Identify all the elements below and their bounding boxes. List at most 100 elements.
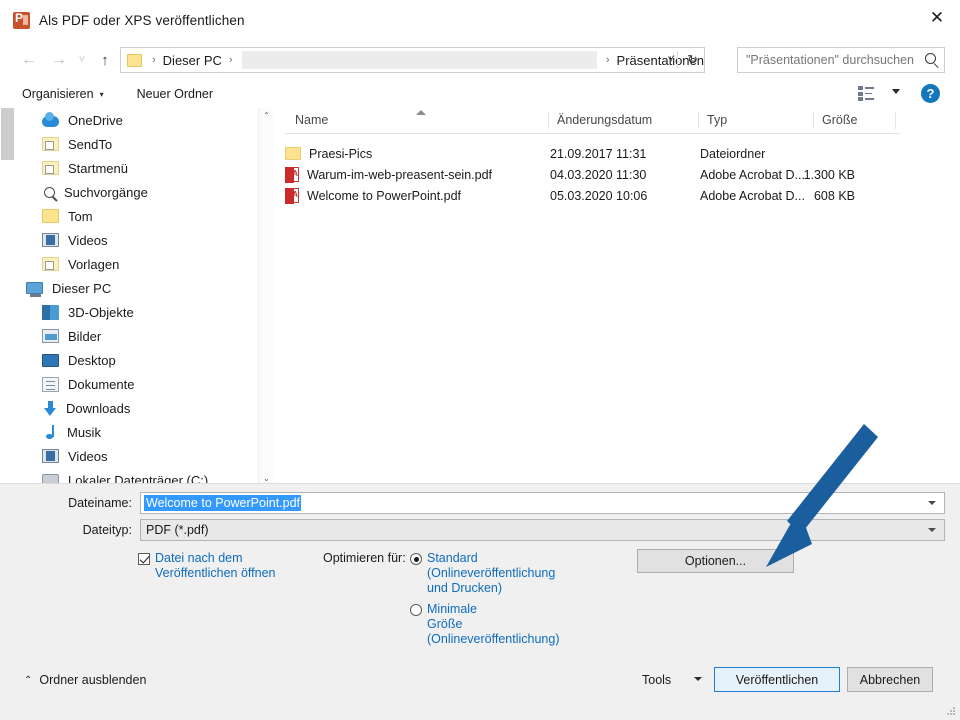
column-header-name[interactable]: Name bbox=[295, 113, 328, 127]
sidebar-item-musik[interactable]: Musik bbox=[18, 420, 254, 444]
column-header-size[interactable]: Größe bbox=[822, 113, 857, 127]
breadcrumb-separator: › bbox=[605, 54, 610, 66]
title-bar: Als PDF oder XPS veröffentlichen ✕ bbox=[0, 0, 960, 40]
column-headers: Name Änderungsdatum Typ Größe bbox=[285, 108, 900, 134]
file-list: Name Änderungsdatum Typ Größe Praesi-Pic… bbox=[285, 108, 945, 486]
sidebar-item-label: Tom bbox=[68, 208, 93, 224]
radio-standard-label: Standard (Onlineveröffentlichung und Dru… bbox=[427, 551, 556, 595]
filename-input[interactable]: Welcome to PowerPoint.pdf bbox=[140, 492, 945, 514]
cancel-button[interactable]: Abbrechen bbox=[847, 667, 933, 692]
sidebar-item-videos[interactable]: Videos bbox=[18, 444, 254, 468]
chevron-down-icon bbox=[694, 677, 702, 681]
up-one-level-icon[interactable]: ↑ bbox=[90, 45, 120, 75]
chevron-down-icon[interactable]: ˅ bbox=[668, 48, 674, 72]
sidebar-item-vorlagen[interactable]: Vorlagen bbox=[18, 252, 254, 276]
window-title: Als PDF oder XPS veröffentlichen bbox=[39, 12, 245, 28]
filetype-value: PDF (*.pdf) bbox=[146, 523, 209, 537]
chevron-down-icon: ▾ bbox=[99, 89, 104, 99]
hide-folders-button[interactable]: ⌃ Ordner ausblenden bbox=[24, 673, 146, 687]
tools-label: Tools bbox=[642, 672, 672, 687]
column-header-type[interactable]: Typ bbox=[707, 113, 727, 127]
folder-icon bbox=[127, 53, 142, 67]
new-folder-button[interactable]: Neuer Ordner bbox=[137, 87, 213, 101]
search-input[interactable]: "Präsentationen" durchsuchen bbox=[737, 47, 945, 73]
breadcrumb-separator: › bbox=[152, 54, 156, 66]
sidebar-item-desktop[interactable]: Desktop bbox=[18, 348, 254, 372]
cloud-icon bbox=[42, 112, 59, 127]
file-name: Welcome to PowerPoint.pdf bbox=[307, 188, 462, 203]
scrollbar-thumb[interactable] bbox=[1, 108, 14, 160]
sidebar-item-sendto[interactable]: SendTo bbox=[18, 132, 254, 156]
folder-icon bbox=[42, 209, 59, 223]
sidebar-scrollbar[interactable]: ⌃ ⌄ bbox=[258, 108, 273, 486]
sidebar-item-label: Musik bbox=[67, 424, 101, 440]
file-date: 21.09.2017 11:31 bbox=[550, 146, 647, 161]
hide-folders-label: Ordner ausblenden bbox=[39, 673, 147, 687]
sidebar-item-label: Videos bbox=[68, 448, 108, 464]
sidebar-item-videos[interactable]: Videos bbox=[18, 228, 254, 252]
help-icon[interactable]: ? bbox=[921, 84, 940, 103]
chevron-down-icon[interactable] bbox=[928, 501, 936, 505]
sidebar-item-dokumente[interactable]: Dokumente bbox=[18, 372, 254, 396]
options-button[interactable]: Optionen... bbox=[637, 549, 794, 573]
view-layout-icon[interactable] bbox=[858, 86, 874, 101]
sidebar-item-label: OneDrive bbox=[68, 112, 123, 128]
sidebar-item-label: 3D-Objekte bbox=[68, 304, 134, 320]
column-header-date[interactable]: Änderungsdatum bbox=[557, 113, 652, 127]
documents-icon bbox=[42, 376, 59, 392]
forward-icon[interactable]: → bbox=[44, 45, 74, 75]
checkbox-checked-icon bbox=[138, 553, 150, 565]
chevron-down-icon[interactable] bbox=[892, 89, 900, 94]
search-icon bbox=[925, 53, 936, 64]
breadcrumb-this-pc[interactable]: Dieser PC bbox=[163, 53, 222, 68]
address-bar[interactable]: › Dieser PC › › Präsentationen ˅ ↻ bbox=[120, 47, 705, 73]
desktop-icon bbox=[42, 353, 59, 367]
publish-pdf-dialog: Als PDF oder XPS veröffentlichen ✕ ← → ˅… bbox=[0, 0, 960, 720]
organize-button[interactable]: Organisieren ▾ bbox=[22, 87, 104, 101]
organize-label: Organisieren bbox=[22, 87, 94, 101]
file-date: 04.03.2020 11:30 bbox=[550, 167, 647, 182]
sidebar-item-tom[interactable]: Tom bbox=[18, 204, 254, 228]
sidebar-item-dieser-pc[interactable]: Dieser PC bbox=[18, 276, 254, 300]
open-after-publish-label: Datei nach dem Veröffentlichen öffnen bbox=[155, 551, 276, 580]
file-date: 05.03.2020 10:06 bbox=[550, 188, 648, 203]
sidebar-item-downloads[interactable]: Downloads bbox=[18, 396, 254, 420]
music-icon bbox=[45, 424, 58, 440]
resize-grip[interactable] bbox=[946, 706, 956, 716]
table-row[interactable]: Warum-im-web-preasent-sein.pdf 04.03.2020… bbox=[285, 164, 900, 185]
table-row[interactable]: Welcome to PowerPoint.pdf 05.03.2020 10:0… bbox=[285, 185, 900, 206]
sidebar-item-label: Dokumente bbox=[68, 376, 135, 392]
publish-button[interactable]: Veröffentlichen bbox=[714, 667, 840, 692]
file-size: 1.300 KB bbox=[803, 167, 855, 182]
chevron-down-icon[interactable] bbox=[928, 528, 936, 532]
tools-button[interactable]: Tools bbox=[642, 667, 708, 692]
back-icon[interactable]: ← bbox=[14, 45, 44, 75]
breadcrumb-collapsed-segment[interactable] bbox=[241, 51, 597, 69]
folder-icon bbox=[285, 147, 301, 160]
radio-minimal-size-label: Minimale Größe (Onlineveröffentlichung) bbox=[427, 602, 560, 646]
downloads-icon bbox=[44, 400, 57, 416]
sidebar-item-onedrive[interactable]: OneDrive bbox=[18, 108, 254, 132]
filetype-select[interactable]: PDF (*.pdf) bbox=[140, 519, 945, 541]
sidebar-item-label: Downloads bbox=[66, 400, 131, 416]
sidebar-item-bilder[interactable]: Bilder bbox=[18, 324, 254, 348]
refresh-icon[interactable]: ↻ bbox=[687, 48, 698, 72]
scroll-up-icon[interactable]: ⌃ bbox=[259, 108, 274, 123]
file-size: 608 KB bbox=[813, 188, 855, 203]
sidebar-item-label: Vorlagen bbox=[68, 256, 120, 272]
pictures-icon bbox=[42, 329, 59, 343]
recent-locations-icon[interactable]: ˅ bbox=[74, 45, 90, 75]
table-row[interactable]: Praesi-Pics 21.09.2017 11:31 Dateiordner bbox=[285, 143, 900, 164]
new-folder-label: Neuer Ordner bbox=[136, 87, 214, 101]
chevron-up-icon: ⌃ bbox=[24, 674, 33, 686]
sidebar-item-label: Dieser PC bbox=[52, 280, 112, 296]
sidebar-item-suchvorg-nge[interactable]: Suchvorgänge bbox=[18, 180, 254, 204]
navigation-tree: OneDrive SendTo Startmenü Suchvorgänge Tom Vi… bbox=[18, 108, 254, 486]
command-bar: Organisieren ▾ Neuer Ordner ? bbox=[0, 80, 960, 108]
sidebar-item-3d-objekte[interactable]: 3D-Objekte bbox=[18, 300, 254, 324]
computer-icon bbox=[26, 282, 43, 297]
sidebar-item-startmen[interactable]: Startmenü bbox=[18, 156, 254, 180]
3d-objects-icon bbox=[42, 304, 59, 320]
close-icon[interactable]: ✕ bbox=[914, 0, 960, 36]
video-folder-icon bbox=[42, 449, 59, 463]
